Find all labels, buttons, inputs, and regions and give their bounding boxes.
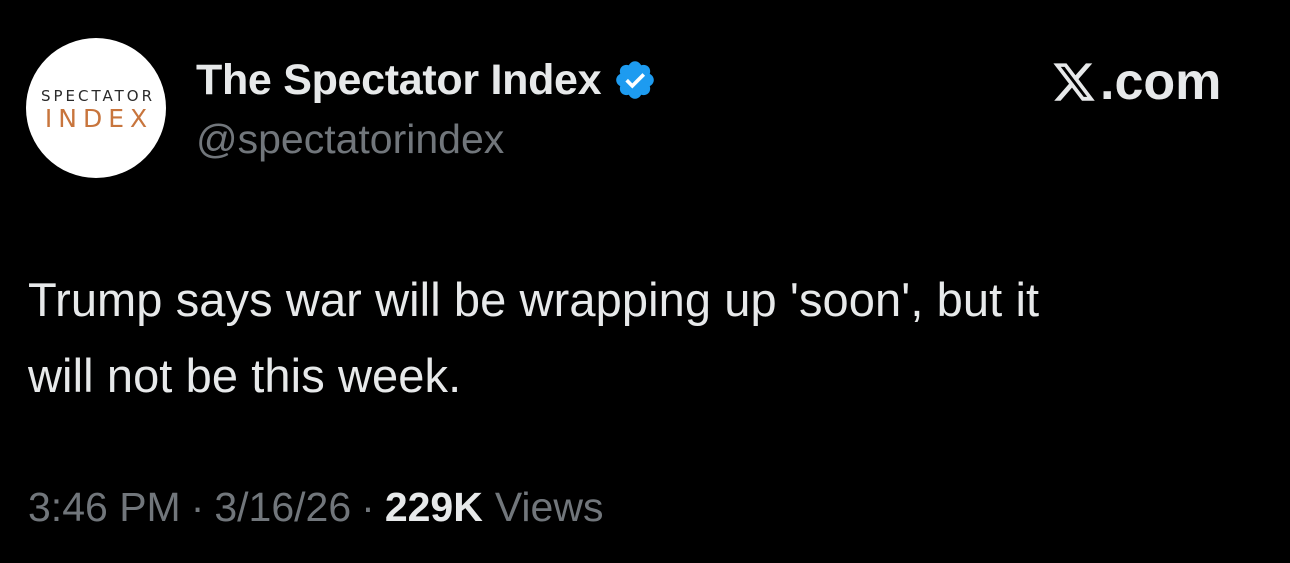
meta-separator: · (361, 484, 375, 530)
tweet-time[interactable]: 3:46 PM (28, 484, 181, 531)
brand-text: .com (1100, 53, 1222, 111)
avatar-logo-bottom: INDEX (44, 104, 154, 133)
user-handle[interactable]: @spectatorindex (196, 116, 504, 163)
views-count[interactable]: 229K (385, 484, 483, 531)
display-name[interactable]: The Spectator Index (196, 56, 602, 105)
avatar[interactable]: SPECTATOR INDEX (26, 38, 166, 178)
tweet-text-line: will not be this week. (28, 349, 462, 402)
tweet-card: SPECTATOR INDEX The Spectator Index @spe… (0, 0, 1290, 563)
verified-badge-icon (616, 61, 655, 99)
meta-separator: · (190, 484, 205, 530)
tweet-text: Trump says war will be wrapping up 'soon… (28, 262, 1248, 414)
tweet-date[interactable]: 3/16/26 (214, 484, 351, 531)
views-label: Views (494, 484, 604, 530)
brand-watermark: .com (1050, 52, 1221, 112)
tweet-meta: 3:46 PM · 3/16/26 · 229K Views (28, 484, 603, 531)
avatar-logo-top: SPECTATOR (40, 87, 155, 105)
x-logo-icon (1053, 63, 1095, 101)
tweet-text-line: Trump says war will be wrapping up 'soon… (28, 273, 1040, 326)
display-name-row: The Spectator Index (196, 54, 657, 106)
